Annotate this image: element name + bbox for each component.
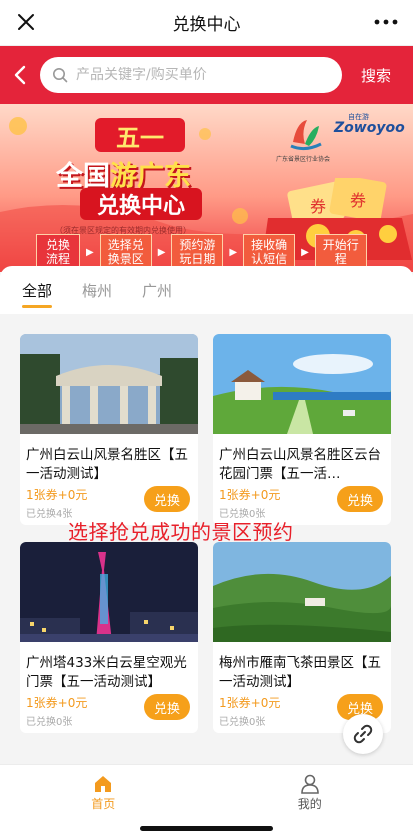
yannanfei-tea-garden-image xyxy=(213,542,391,642)
product-title: 广州白云山风景名胜区【五一活动测试】 xyxy=(26,447,188,482)
search-icon xyxy=(53,68,68,83)
search-box[interactable] xyxy=(40,57,342,93)
exchange-button[interactable]: 兑换 xyxy=(144,694,190,720)
title-bar: 兑换中心 xyxy=(0,0,413,46)
partner-logo: Zowoyoo xyxy=(334,120,405,136)
nav-profile[interactable]: 我的 xyxy=(207,765,413,820)
tab-guangzhou[interactable]: 广州 xyxy=(142,266,172,314)
search-header: 搜索 xyxy=(0,46,413,104)
product-title: 广州白云山风景名胜区云台花园门票【五一活… xyxy=(219,447,381,482)
coupon-text-2: 券 xyxy=(350,191,366,210)
product-price: 1张券+0元 xyxy=(219,488,281,502)
product-price: 1张券+0元 xyxy=(26,488,88,502)
nav-home[interactable]: 首页 xyxy=(0,765,207,820)
home-indicator xyxy=(140,826,273,831)
association-logo-text: 广东省景区行业协会 xyxy=(275,156,330,163)
step-start: 开始行程 xyxy=(314,234,367,270)
step-arrow-icon: ▶ xyxy=(229,246,238,258)
close-icon[interactable] xyxy=(14,10,38,34)
nav-home-label: 首页 xyxy=(91,797,116,811)
product-sold-count: 已兑换0张 xyxy=(26,717,73,728)
exchange-button[interactable]: 兑换 xyxy=(144,486,190,512)
step-arrow-icon: ▶ xyxy=(157,246,166,258)
yuntai-garden-image xyxy=(213,334,391,434)
product-sold-count: 已兑换0张 xyxy=(219,717,266,728)
product-card[interactable]: 广州塔433米白云星空观光门票【五一活动测试】 1张券+0元 已兑换0张 兑换 xyxy=(20,542,198,733)
city-tabs: 全部 梅州 广州 xyxy=(0,266,413,314)
association-logo-icon xyxy=(290,120,322,151)
overlay-caption: 选择抢兑成功的景区预约 xyxy=(68,520,294,544)
step-confirm: 接收确认短信 xyxy=(243,234,296,270)
user-icon xyxy=(300,774,319,794)
link-icon xyxy=(353,724,373,744)
tab-all[interactable]: 全部 xyxy=(22,266,53,314)
more-options-icon[interactable] xyxy=(373,12,399,32)
product-card[interactable]: 广州白云山风景名胜区云台花园门票【五一活… 1张券+0元 已兑换0张 兑换 xyxy=(213,334,391,525)
product-card[interactable]: 广州白云山风景名胜区【五一活动测试】 1张券+0元 已兑换4张 兑换 xyxy=(20,334,198,525)
share-link-button[interactable] xyxy=(343,714,383,754)
tab-meizhou[interactable]: 梅州 xyxy=(82,266,112,314)
search-input[interactable] xyxy=(76,67,316,83)
step-arrow-icon: ▶ xyxy=(86,246,94,258)
product-card[interactable]: 梅州市雁南飞茶田景区【五一活动测试】 1张券+0元 已兑换0张 兑换 xyxy=(213,542,391,733)
exchange-button[interactable]: 兑换 xyxy=(337,486,383,512)
product-sold-count: 已兑换4张 xyxy=(26,509,73,520)
product-title: 梅州市雁南飞茶田景区【五一活动测试】 xyxy=(219,655,381,690)
chevron-left-icon xyxy=(14,65,26,85)
canton-tower-image xyxy=(20,542,198,642)
banner-badge: 五一 xyxy=(95,118,185,152)
promo-banner[interactable]: 五一 全国游广东 兑换中心 （须在景区规定的有效期内兑换使用） 广东省景区行业协… xyxy=(0,104,413,272)
product-price: 1张券+0元 xyxy=(219,696,281,710)
bottom-navigation: 首页 我的 xyxy=(0,764,413,820)
step-arrow-icon: ▶ xyxy=(301,246,309,258)
search-button[interactable]: 搜索 xyxy=(350,65,402,86)
step-book: 预约游玩日期 xyxy=(171,234,224,270)
baiyunshan-gate-image xyxy=(20,334,198,434)
step-choose: 选择兑换景区 xyxy=(99,234,152,270)
nav-profile-label: 我的 xyxy=(297,797,322,811)
page-title: 兑换中心 xyxy=(172,15,241,35)
product-price: 1张券+0元 xyxy=(26,696,88,710)
home-icon xyxy=(95,776,112,792)
product-title: 广州塔433米白云星空观光门票【五一活动测试】 xyxy=(26,655,187,690)
back-button[interactable] xyxy=(0,46,40,104)
step-intro: 兑换流程 xyxy=(36,234,80,270)
banner-subtitle: 兑换中心 xyxy=(80,188,202,220)
coupon-text: 券 xyxy=(310,197,326,216)
